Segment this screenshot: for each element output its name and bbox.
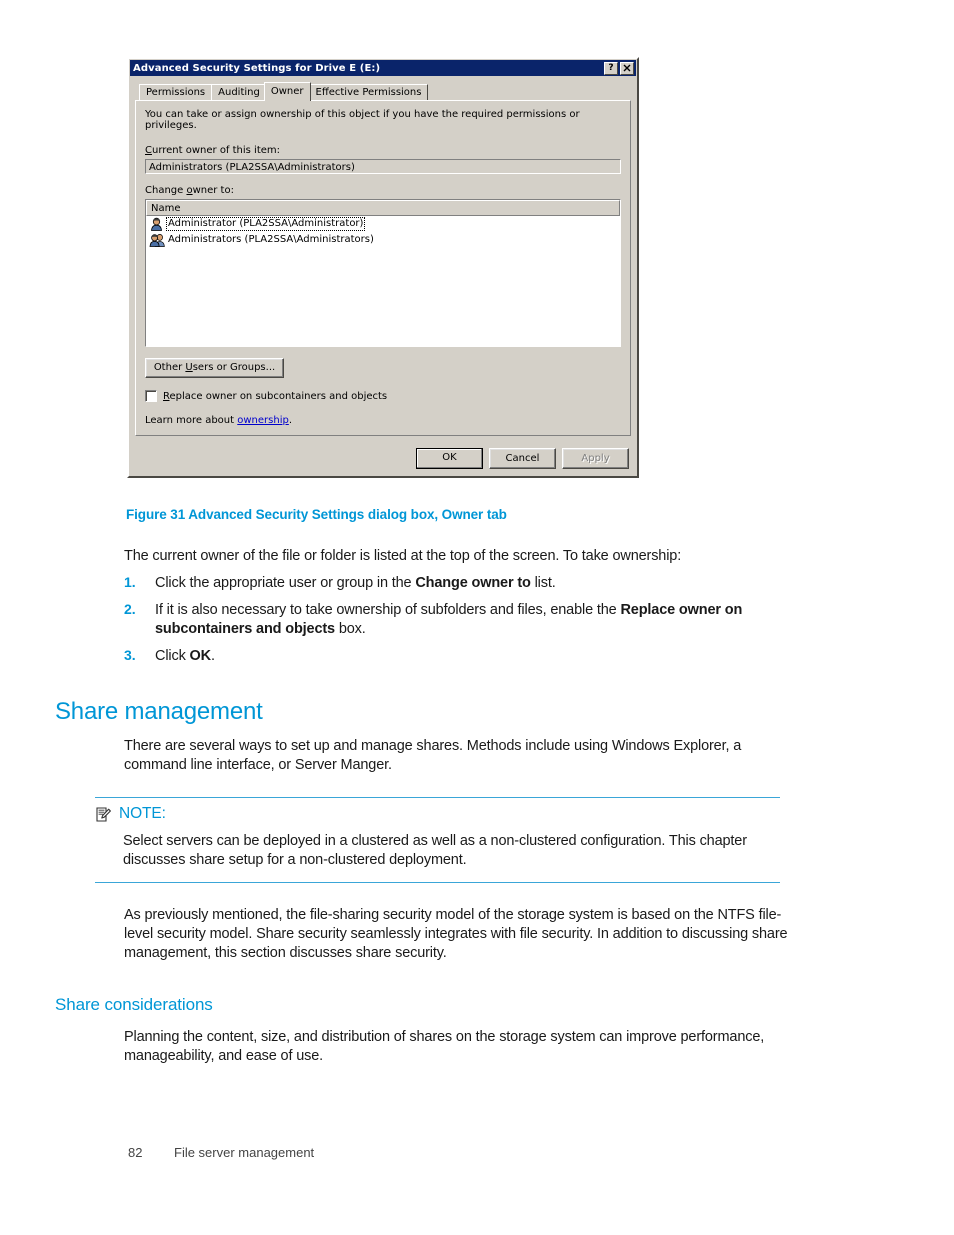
list-item[interactable]: Administrator (PLA2SSA\Administrator) (146, 216, 620, 232)
dialog-titlebar[interactable]: Advanced Security Settings for Drive E (… (130, 60, 636, 76)
note-bottom-rule (95, 882, 780, 883)
footer-section: File server management (174, 1145, 315, 1160)
tab-owner[interactable]: Owner (263, 82, 311, 101)
current-owner-value: Administrators (PLA2SSA\Administrators) (145, 159, 621, 174)
help-icon[interactable]: ? (604, 61, 618, 75)
list-item-label: Administrator (PLA2SSA\Administrator) (165, 217, 366, 231)
list-column-header-name: Name (146, 200, 620, 216)
change-owner-listbox[interactable]: Name Administrator (PLA2SSA\Administrato… (145, 199, 621, 347)
figure-caption: Figure 31 Advanced Security Settings dia… (126, 507, 507, 522)
list-item-label: Administrators (PLA2SSA\Administrators) (168, 234, 374, 245)
share-considerations-heading: Share considerations (55, 995, 213, 1014)
owner-tab-panel: You can take or assign ownership of this… (135, 100, 631, 436)
learn-more-prefix: Learn more about (145, 415, 238, 426)
user-icon (151, 217, 162, 231)
advanced-security-settings-dialog: Advanced Security Settings for Drive E (… (127, 57, 639, 478)
group-icon (149, 234, 165, 247)
ownership-steps-list: 1. Click the appropriate user or group i… (124, 574, 804, 674)
page-footer: 82 File server management (128, 1145, 314, 1160)
note-icon (96, 806, 111, 822)
cancel-button[interactable]: Cancel (489, 448, 556, 469)
share-management-heading: Share management (55, 698, 263, 725)
close-icon[interactable] (620, 61, 634, 75)
note-title: NOTE: (119, 805, 166, 822)
tab-auditing[interactable]: Auditing (211, 84, 267, 100)
tab-strip: Permissions Auditing Owner Effective Per… (135, 82, 631, 101)
list-item[interactable]: Administrators (PLA2SSA\Administrators) (146, 232, 620, 248)
list-item: 3. Click OK. (124, 647, 804, 666)
share-management-paragraph: There are several ways to set up and man… (124, 738, 742, 773)
learn-more-suffix: . (288, 415, 293, 426)
apply-button: Apply (562, 448, 629, 469)
dialog-footer: OK Cancel Apply (129, 442, 637, 476)
step-text: Click OK. (155, 648, 215, 664)
replace-owner-checkbox-row[interactable]: Replace owner on subcontainers and objec… (145, 390, 621, 402)
step-number: 1. (124, 574, 136, 590)
owner-intro-text: You can take or assign ownership of this… (145, 109, 580, 131)
list-item: 1. Click the appropriate user or group i… (124, 574, 804, 593)
intro-paragraph: The current owner of the file or folder … (124, 548, 682, 564)
note-header: NOTE: (95, 805, 780, 823)
ok-button[interactable]: OK (416, 448, 483, 469)
step-number: 3. (124, 647, 136, 663)
tab-permissions[interactable]: Permissions (139, 84, 213, 100)
note-callout: NOTE: Select servers can be deployed in … (95, 797, 780, 883)
close-glyph (623, 64, 631, 71)
other-users-or-groups-button[interactable]: Other Users or Groups... (145, 358, 284, 378)
step-text: If it is also necessary to take ownershi… (155, 602, 743, 637)
ownership-link[interactable]: ownership (237, 415, 289, 426)
replace-owner-checkbox[interactable] (145, 390, 157, 402)
change-owner-label: Change owner to: (145, 185, 234, 196)
share-considerations-paragraph: Planning the content, size, and distribu… (124, 1029, 765, 1064)
learn-more-text: Learn more about ownership. (145, 415, 621, 426)
current-owner-label: Current owner of this item: (145, 145, 281, 156)
step-number: 2. (124, 601, 136, 617)
ntfs-paragraph: As previously mentioned, the file-sharin… (124, 907, 788, 961)
note-top-rule (95, 797, 780, 798)
tab-effective-permissions[interactable]: Effective Permissions (308, 84, 429, 100)
note-body: Select servers can be deployed in a clus… (123, 833, 747, 868)
replace-owner-label: Replace owner on subcontainers and objec… (163, 390, 388, 402)
page-number: 82 (128, 1145, 143, 1160)
dialog-title: Advanced Security Settings for Drive E (… (133, 62, 381, 74)
dialog-body: Permissions Auditing Owner Effective Per… (129, 77, 637, 442)
list-item: 2. If it is also necessary to take owner… (124, 601, 804, 639)
step-text: Click the appropriate user or group in t… (155, 575, 556, 591)
